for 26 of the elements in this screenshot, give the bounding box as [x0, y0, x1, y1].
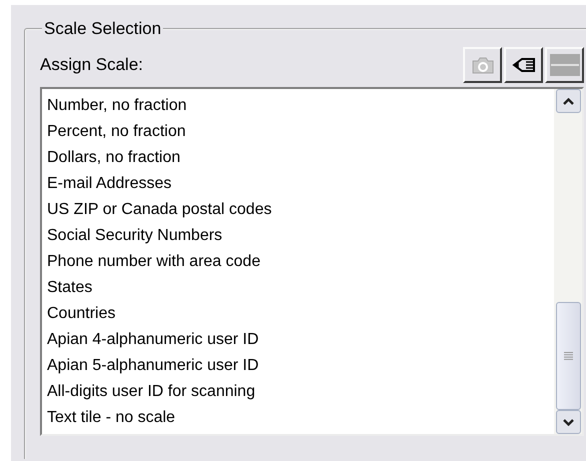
list-item[interactable]: All-digits user ID for scanning	[47, 379, 554, 405]
group-title: Scale Selection	[43, 19, 162, 39]
list-item[interactable]: Social Security Numbers	[47, 223, 554, 249]
list-item[interactable]: Text tile - no scale	[47, 405, 554, 431]
list-item[interactable]: E-mail Addresses	[47, 171, 554, 197]
dash-icon	[550, 54, 580, 76]
scroll-down-button[interactable]	[556, 410, 580, 434]
scroll-thumb[interactable]	[556, 302, 580, 410]
list-item[interactable]: US ZIP or Canada postal codes	[47, 197, 554, 223]
list-item[interactable]: Phone number with area code	[47, 249, 554, 275]
chevron-down-icon	[562, 418, 574, 426]
scrollbar[interactable]	[554, 89, 582, 434]
list-item[interactable]: Percent, no fraction	[47, 119, 554, 145]
list-item[interactable]: Apian 4-alphanumeric user ID	[47, 327, 554, 353]
assign-scale-label: Assign Scale:	[40, 55, 143, 75]
toolbar-button[interactable]	[504, 47, 543, 83]
list-item[interactable]: Apian 5-alphanumeric user ID	[47, 353, 554, 379]
scroll-up-button[interactable]	[556, 89, 580, 113]
list-item[interactable]: Number, no fraction	[47, 93, 554, 119]
camera-icon	[472, 55, 494, 75]
grip-icon	[564, 352, 572, 360]
list-item[interactable]: Dollars, no fraction	[47, 145, 554, 171]
list-item[interactable]: Countries	[47, 301, 554, 327]
list-item[interactable]: States	[47, 275, 554, 301]
pencil-icon	[512, 56, 536, 74]
chevron-up-icon	[562, 98, 574, 104]
